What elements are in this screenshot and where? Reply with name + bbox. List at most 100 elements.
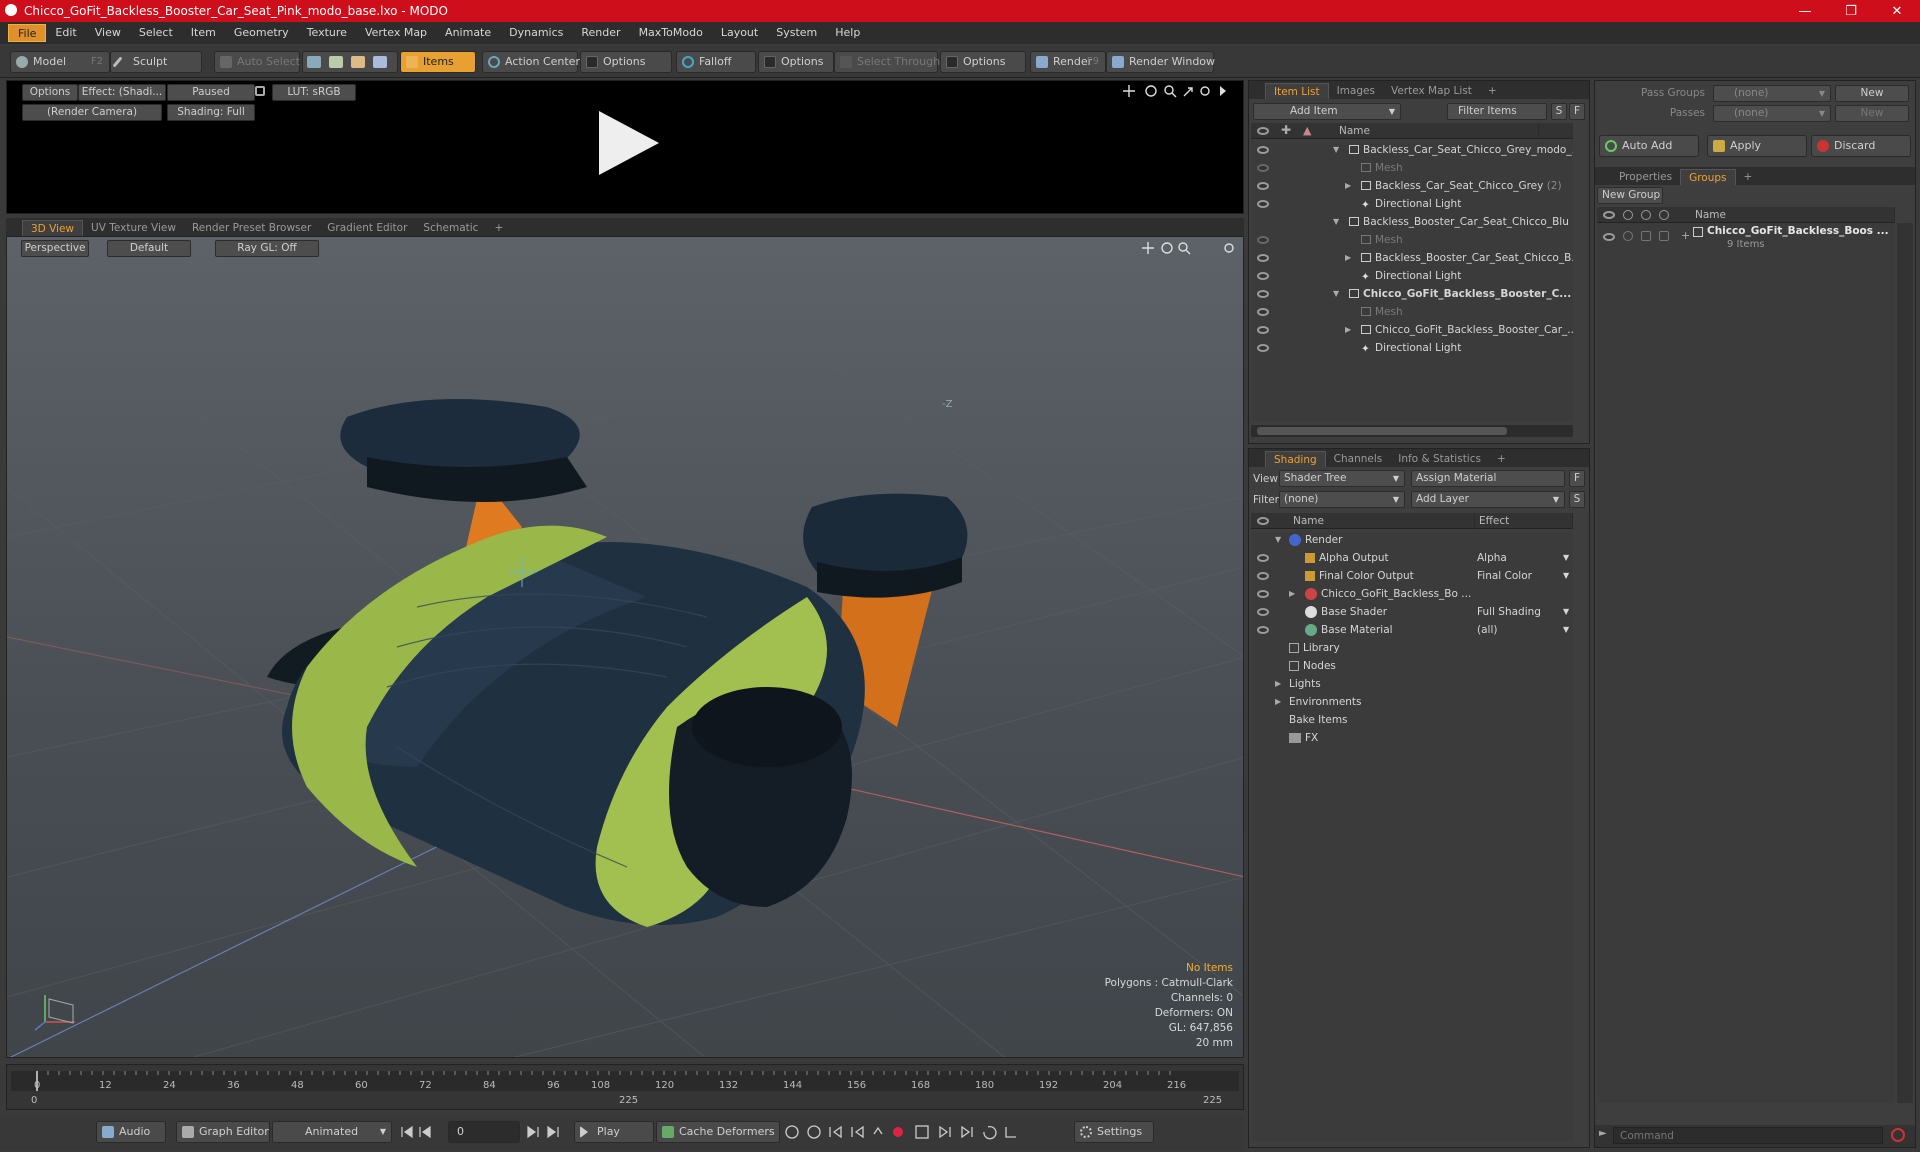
item-list-hscrollbar[interactable] — [1251, 425, 1573, 437]
item-row[interactable]: Mesh — [1251, 231, 1573, 249]
command-history-icon[interactable] — [1891, 1128, 1905, 1142]
key-tools-icons[interactable] — [784, 1124, 1074, 1140]
passes-dropdown[interactable]: (none) ▼ — [1713, 105, 1831, 122]
add-tab-icon[interactable]: + — [1736, 169, 1761, 185]
visibility-icon[interactable] — [1257, 590, 1269, 598]
pass-groups-dropdown[interactable]: (none) ▼ — [1713, 85, 1831, 102]
options-button-1[interactable]: Options — [580, 51, 672, 73]
filter-f-button[interactable]: F — [1569, 103, 1585, 120]
play-button[interactable]: Play — [574, 1121, 654, 1143]
menu-texture[interactable]: Texture — [298, 24, 356, 42]
settings-button[interactable]: Settings — [1074, 1121, 1154, 1143]
shader-row[interactable]: ▶ Lights — [1251, 675, 1573, 693]
shader-row[interactable]: ▶ Chicco_GoFit_Backless_Bo ... — [1251, 585, 1573, 603]
cache-deformers-button[interactable]: Cache Deformers — [656, 1121, 780, 1143]
menu-system[interactable]: System — [767, 24, 826, 42]
timeline[interactable]: 0 12 24 36 48 60 72 84 96 108 120 132 14… — [6, 1064, 1244, 1110]
item-row[interactable]: Mesh — [1251, 303, 1573, 321]
tab-shading[interactable]: Shading — [1265, 451, 1326, 467]
visibility-icon[interactable] — [1257, 272, 1269, 280]
item-row[interactable]: Mesh — [1251, 159, 1573, 177]
expand-down-icon[interactable]: ▼ — [1333, 213, 1339, 231]
tab-gradient-editor[interactable]: Gradient Editor — [319, 220, 415, 236]
groups-vscrollbar[interactable] — [1897, 223, 1913, 1103]
add-layer-dropdown[interactable]: Add Layer ▼ — [1411, 491, 1565, 508]
groups-list[interactable]: + Chicco_GoFit_Backless_Boos ... 9 Items — [1597, 223, 1895, 1103]
expand-right-icon[interactable]: ▶ — [1345, 321, 1351, 339]
select-toggle-icon[interactable] — [1659, 231, 1669, 241]
tab-channels[interactable]: Channels — [1326, 451, 1391, 467]
item-row[interactable]: ▶ Chicco_GoFit_Backless_Booster_Car_... — [1251, 321, 1573, 339]
transport-forward-icons[interactable] — [526, 1125, 568, 1139]
tab-render-preset-browser[interactable]: Render Preset Browser — [184, 220, 319, 236]
add-tab-icon[interactable]: + — [486, 220, 511, 236]
expand-plus-icon[interactable]: + — [1681, 229, 1690, 242]
view-dropdown[interactable]: Shader Tree ▼ — [1279, 470, 1405, 487]
chevron-down-icon[interactable]: ▼ — [1563, 621, 1569, 639]
add-tab-icon[interactable]: + — [1489, 451, 1514, 467]
add-item-dropdown[interactable]: Add Item ▼ — [1253, 103, 1401, 120]
visibility-icon[interactable] — [1257, 626, 1269, 634]
group-row[interactable]: + Chicco_GoFit_Backless_Boos ... 9 Items — [1597, 225, 1895, 255]
menu-select[interactable]: Select — [130, 24, 182, 42]
raygl-dropdown[interactable]: Ray GL: Off — [215, 240, 319, 257]
render-camera-dropdown[interactable]: (Render Camera) — [22, 104, 162, 121]
sculpt-button[interactable]: Sculpt — [110, 51, 202, 73]
visibility-icon[interactable] — [1257, 290, 1269, 298]
shader-row[interactable]: FX — [1251, 729, 1573, 747]
new-pass-group-button[interactable]: New — [1835, 85, 1909, 102]
edges-mode-icon[interactable] — [329, 56, 343, 68]
menu-geometry[interactable]: Geometry — [225, 24, 298, 42]
vertices-mode-icon[interactable] — [307, 56, 321, 68]
expand-right-icon[interactable]: ▶ — [1275, 675, 1281, 693]
item-row[interactable]: ▼ Backless_Car_Seat_Chicco_Grey_modo_... — [1251, 141, 1573, 159]
timeline-ruler[interactable]: 0 12 24 36 48 60 72 84 96 108 120 132 14… — [11, 1071, 1239, 1091]
visibility-icon[interactable] — [1257, 572, 1269, 580]
auto-add-button[interactable]: Auto Add — [1599, 135, 1699, 157]
item-row[interactable]: ✦ Directional Light — [1251, 195, 1573, 213]
shader-row[interactable]: Nodes — [1251, 657, 1573, 675]
menu-edit[interactable]: Edit — [46, 24, 85, 42]
item-list-rows[interactable]: ▼ Backless_Car_Seat_Chicco_Grey_modo_... … — [1251, 141, 1573, 421]
polygons-mode-icon[interactable] — [351, 56, 365, 68]
minimize-icon[interactable]: — — [1782, 0, 1828, 22]
viewport-nav-icons[interactable] — [1141, 241, 1236, 255]
auto-select-button[interactable]: Auto Select — [214, 51, 300, 73]
car-seat-model[interactable] — [247, 347, 987, 937]
scroll-thumb[interactable] — [1257, 427, 1507, 435]
menu-layout[interactable]: Layout — [712, 24, 767, 42]
shading-name-column-header[interactable]: Name — [1289, 513, 1475, 529]
item-name-column-header[interactable]: Name — [1339, 123, 1539, 139]
lock-icon[interactable] — [255, 86, 265, 96]
command-input[interactable] — [1613, 1127, 1883, 1144]
menu-vertex-map[interactable]: Vertex Map — [356, 24, 436, 42]
preview-nav-icons[interactable] — [1122, 84, 1232, 98]
item-row[interactable]: ▶ Backless_Booster_Car_Seat_Chicco_B... — [1251, 249, 1573, 267]
frame-field[interactable]: 0 — [448, 1121, 520, 1143]
menu-item[interactable]: Item — [182, 24, 225, 42]
visibility-icon[interactable] — [1257, 254, 1269, 262]
shader-row[interactable]: ▼ Render — [1251, 531, 1573, 549]
falloff-button[interactable]: Falloff — [676, 51, 756, 73]
expand-down-icon[interactable]: ▼ — [1333, 285, 1339, 303]
paused-button[interactable]: Paused — [167, 84, 255, 101]
audio-button[interactable]: Audio — [96, 1121, 166, 1143]
visibility-icon[interactable] — [1257, 236, 1269, 244]
visibility-icon[interactable] — [1257, 182, 1269, 190]
action-center-button[interactable]: Action Center — [482, 51, 580, 73]
menu-render[interactable]: Render — [572, 24, 629, 42]
lut-dropdown[interactable]: LUT: sRGB — [272, 84, 356, 101]
effect-dropdown[interactable]: Effect: (Shadi... — [78, 84, 166, 101]
play-icon[interactable] — [593, 109, 661, 177]
chevron-down-icon[interactable]: ▼ — [1563, 549, 1569, 567]
perspective-dropdown[interactable]: Perspective — [21, 240, 89, 257]
new-group-button[interactable]: New Group — [1597, 187, 1663, 204]
visibility-icon[interactable] — [1257, 146, 1269, 154]
render-toggle-icon[interactable] — [1623, 231, 1633, 241]
shader-row[interactable]: Alpha Output Alpha ▼ — [1251, 549, 1573, 567]
f-button[interactable]: F — [1569, 470, 1585, 487]
render-window-button[interactable]: Render Window — [1106, 51, 1215, 73]
transport-back-icons[interactable] — [400, 1125, 448, 1139]
shader-row[interactable]: ▶ Environments — [1251, 693, 1573, 711]
visibility-icon[interactable] — [1257, 608, 1269, 616]
